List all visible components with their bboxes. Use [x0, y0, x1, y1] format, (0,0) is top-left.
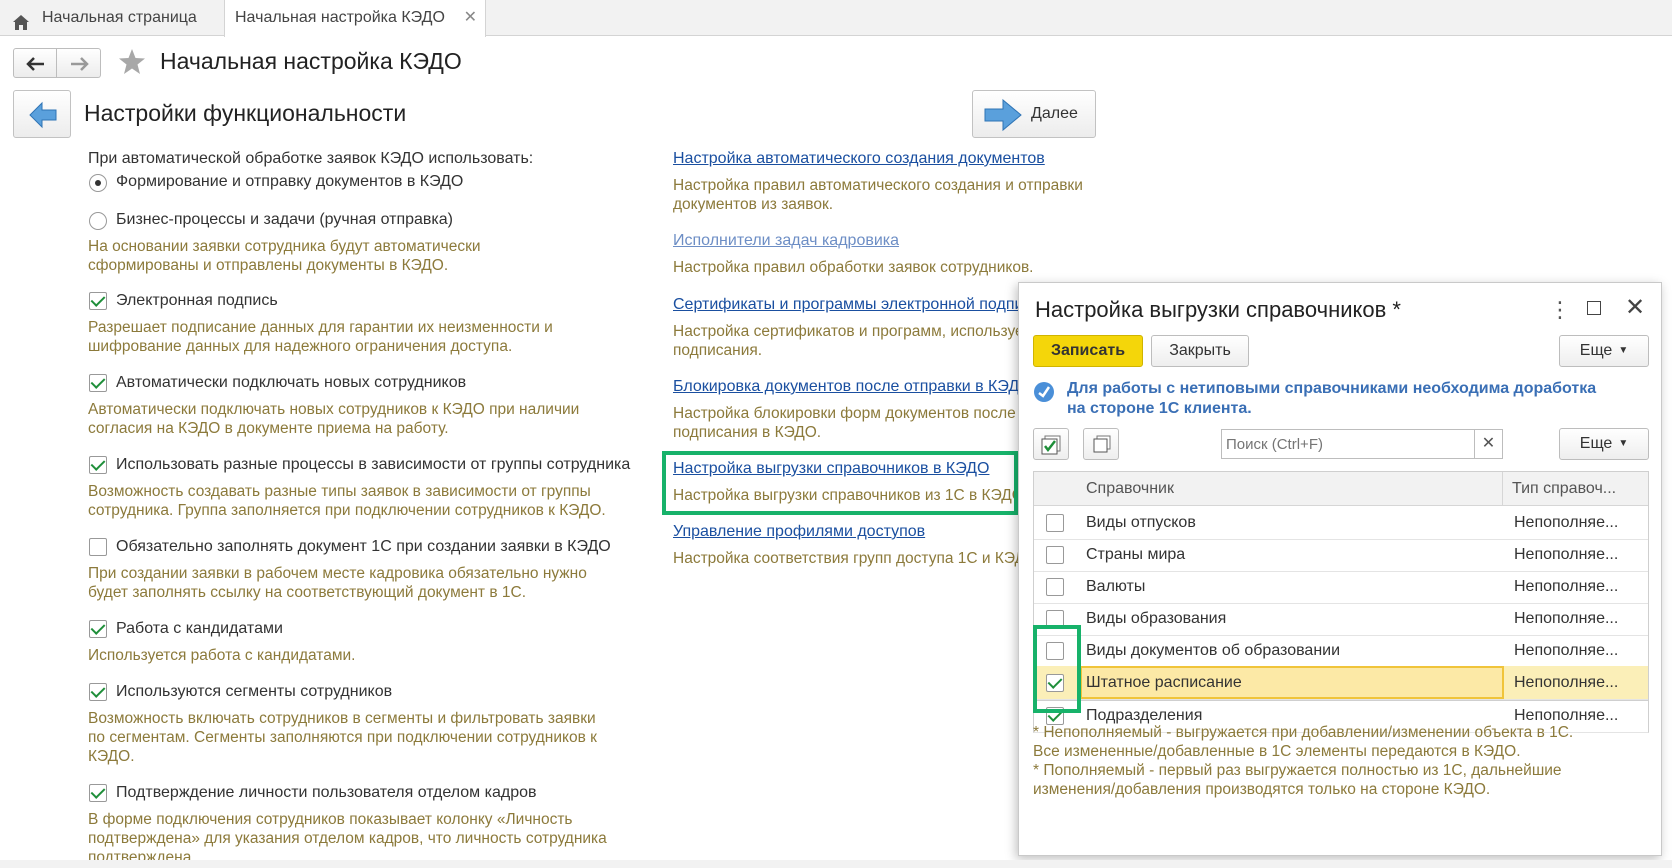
link-auto-create-docs[interactable]: Настройка автоматического создания докум…: [673, 150, 1045, 168]
link-task-executors-desc: Настройка правил обработки заявок сотруд…: [673, 259, 1034, 276]
employee-segments-desc: Возможность включать сотрудников в сегме…: [88, 710, 597, 765]
row-directory-type: Непополняе...: [1514, 514, 1619, 531]
row-directory-name: Страны мира: [1086, 546, 1186, 563]
dialog-title: Настройка выгрузки справочников *: [1035, 297, 1401, 322]
page-title: Начальная настройка КЭДО: [160, 48, 462, 74]
kebab-menu-icon[interactable]: ⋮: [1549, 297, 1571, 323]
favorite-star-icon[interactable]: [117, 47, 147, 81]
close-button[interactable]: Закрыть: [1151, 335, 1249, 367]
radio-desc: На основании заявки сотрудника будут авт…: [88, 238, 481, 274]
tab-close-icon[interactable]: ✕: [464, 0, 477, 36]
group-processes-label: Использовать разные процессы в зависимос…: [116, 456, 631, 473]
checkbox-candidates[interactable]: [89, 620, 107, 638]
tab-home[interactable]: Начальная страница: [8, 0, 223, 36]
auto-connect-employees-desc: Автоматически подключать новых сотрудник…: [88, 401, 580, 437]
info-message: Для работы с нетиповыми справочниками не…: [1067, 380, 1597, 417]
link-access-profiles-desc: Настройка соответствия групп доступа 1С …: [673, 550, 1042, 567]
row-checkbox[interactable]: [1046, 546, 1064, 564]
radio-business-processes-label: Бизнес-процессы и задачи (ручная отправк…: [116, 211, 453, 228]
candidates-label: Работа с кандидатами: [116, 620, 283, 637]
row-directory-name: Штатное расписание: [1086, 674, 1242, 691]
employee-segments-label: Используются сегменты сотрудников: [116, 683, 393, 700]
nav-back-button[interactable]: [13, 48, 57, 78]
checkbox-identity-confirmation[interactable]: [89, 784, 107, 802]
checkbox-auto-connect-employees[interactable]: [89, 374, 107, 392]
table-header: Справочник Тип справоч...: [1034, 472, 1648, 506]
home-icon: [12, 9, 30, 45]
next-button-label: Далее: [1031, 105, 1078, 122]
nav-forward-button[interactable]: [57, 48, 101, 78]
table-row[interactable]: Валюты Непополняе...: [1034, 570, 1648, 604]
candidates-desc: Используется работа с кандидатами.: [88, 647, 356, 664]
intro-text: При автоматической обработке заявок КЭДО…: [88, 150, 534, 167]
chevron-down-icon: ▼: [1618, 345, 1629, 356]
tab-home-label: Начальная страница: [42, 9, 197, 26]
tab-bar: Начальная страница Начальная настройка К…: [0, 0, 1672, 37]
row-directory-name: Виды отпусков: [1086, 514, 1196, 531]
radio-send-documents[interactable]: [89, 174, 107, 192]
next-button[interactable]: Далее: [972, 90, 1096, 138]
table-row[interactable]: Виды отпусков Непополняе...: [1034, 506, 1648, 540]
link-task-executors[interactable]: Исполнители задач кадровика: [673, 232, 899, 250]
electronic-signature-label: Электронная подпись: [116, 292, 278, 309]
row-directory-type: Непополняе...: [1514, 546, 1619, 563]
link-auto-create-docs-desc: Настройка правил автоматического создани…: [673, 177, 1083, 213]
row-directory-type: Непополняе...: [1514, 578, 1619, 595]
row-directory-name: Виды образования: [1086, 610, 1227, 627]
checkbox-require-1c-document[interactable]: [89, 538, 107, 556]
search-field[interactable]: ✕: [1221, 429, 1503, 459]
identity-confirmation-label: Подтверждение личности пользователя отде…: [116, 784, 537, 801]
checkbox-employee-segments[interactable]: [89, 683, 107, 701]
row-directory-type: Непополняе...: [1514, 642, 1619, 659]
column-header-directory[interactable]: Справочник: [1086, 480, 1174, 498]
radio-business-processes[interactable]: [89, 212, 107, 230]
section-title: Настройки функциональности: [84, 100, 407, 126]
footnote: * Непополняемый - выгружается при добавл…: [1033, 724, 1574, 798]
tab-kedo-label: Начальная настройка КЭДО: [235, 9, 445, 26]
search-input[interactable]: [1222, 430, 1462, 458]
close-icon[interactable]: ✕: [1625, 293, 1645, 322]
row-directory-type: Непополняе...: [1514, 674, 1619, 691]
row-checkbox[interactable]: [1046, 578, 1064, 596]
row-checkbox[interactable]: [1046, 514, 1064, 532]
identity-confirmation-desc: В форме подключения сотрудников показыва…: [88, 811, 607, 866]
require-1c-document-label: Обязательно заполнять документ 1С при со…: [116, 538, 611, 555]
radio-send-documents-label: Формирование и отправку документов в КЭД…: [116, 173, 464, 190]
checkbox-group-processes[interactable]: [89, 456, 107, 474]
link-access-profiles[interactable]: Управление профилями доступов: [673, 523, 925, 541]
directories-table: Справочник Тип справоч... Виды отпусков …: [1033, 471, 1649, 701]
auto-connect-employees-label: Автоматически подключать новых сотрудник…: [116, 374, 467, 391]
checkbox-electronic-signature[interactable]: [89, 292, 107, 310]
link-certificates[interactable]: Сертификаты и программы электронной подп…: [673, 296, 1040, 314]
more-button-list[interactable]: Еще ▼: [1559, 428, 1649, 460]
maximize-icon[interactable]: [1587, 301, 1601, 315]
column-divider: [1502, 472, 1503, 506]
info-icon: [1033, 381, 1055, 407]
row-directory-name: Валюты: [1086, 578, 1146, 595]
clear-search-icon[interactable]: ✕: [1474, 430, 1502, 458]
table-row[interactable]: Страны мира Непополняе...: [1034, 538, 1648, 572]
uncheck-all-button[interactable]: [1083, 428, 1119, 460]
highlight-link-frame: [662, 451, 1018, 515]
group-processes-desc: Возможность создавать разные типы заявок…: [88, 483, 606, 519]
highlight-checkbox-frame: [1033, 625, 1081, 713]
column-header-type[interactable]: Тип справоч...: [1512, 480, 1616, 498]
electronic-signature-desc: Разрешает подписание данных для гарантии…: [88, 319, 553, 355]
more-button-top[interactable]: Еще ▼: [1559, 335, 1649, 367]
check-all-button[interactable]: [1033, 428, 1069, 460]
directory-export-dialog: Настройка выгрузки справочников * ⋮ ✕ За…: [1018, 282, 1662, 856]
row-directory-type: Непополняе...: [1514, 610, 1619, 627]
require-1c-document-desc: При создании заявки в рабочем месте кадр…: [88, 565, 587, 601]
table-row-selected[interactable]: Штатное расписание Непополняе...: [1034, 666, 1648, 700]
save-button[interactable]: Записать: [1033, 335, 1143, 367]
tab-kedo-setup[interactable]: Начальная настройка КЭДО ✕: [224, 0, 486, 37]
back-step-button[interactable]: [13, 90, 71, 138]
table-row[interactable]: Виды образования Непополняе...: [1034, 602, 1648, 636]
table-row[interactable]: Виды документов об образовании Непополня…: [1034, 634, 1648, 668]
chevron-down-icon: ▼: [1618, 438, 1629, 449]
bottom-strip: [0, 860, 1672, 868]
link-block-documents[interactable]: Блокировка документов после отправки в К…: [673, 378, 1032, 396]
row-directory-name: Виды документов об образовании: [1086, 642, 1341, 659]
